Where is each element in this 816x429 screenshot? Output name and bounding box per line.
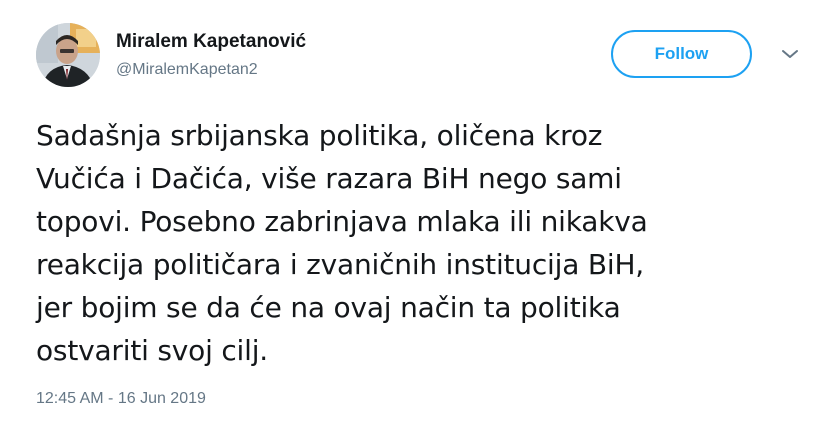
tweet-text: Sadašnja srbijanska politika, oličena kr… [36, 114, 796, 372]
avatar[interactable] [36, 23, 100, 87]
follow-button[interactable]: Follow [611, 30, 752, 78]
tweet-text-line: topovi. Posebno zabrinjava mlaka ili nik… [36, 205, 648, 238]
timestamp[interactable]: 12:45 AM - 16 Jun 2019 [36, 390, 206, 408]
author-handle[interactable]: @MiralemKapetan2 [116, 61, 258, 79]
tweet-text-line: reakcija političara i zvaničnih instituc… [36, 248, 644, 281]
author-name[interactable]: Miralem Kapetanović [116, 31, 306, 53]
tweet-text-line: Vučića i Dačića, više razara BiH nego sa… [36, 162, 622, 195]
tweet-text-line: ostvariti svoj cilj. [36, 334, 268, 367]
tweet-text-line: jer bojim se da će na ovaj način ta poli… [36, 291, 621, 324]
tweet-text-line: Sadašnja srbijanska politika, oličena kr… [36, 119, 603, 152]
profile-photo [36, 23, 100, 87]
chevron-down-icon[interactable] [780, 46, 800, 62]
tweet-card: Miralem Kapetanović @MiralemKapetan2 Fol… [0, 0, 816, 429]
